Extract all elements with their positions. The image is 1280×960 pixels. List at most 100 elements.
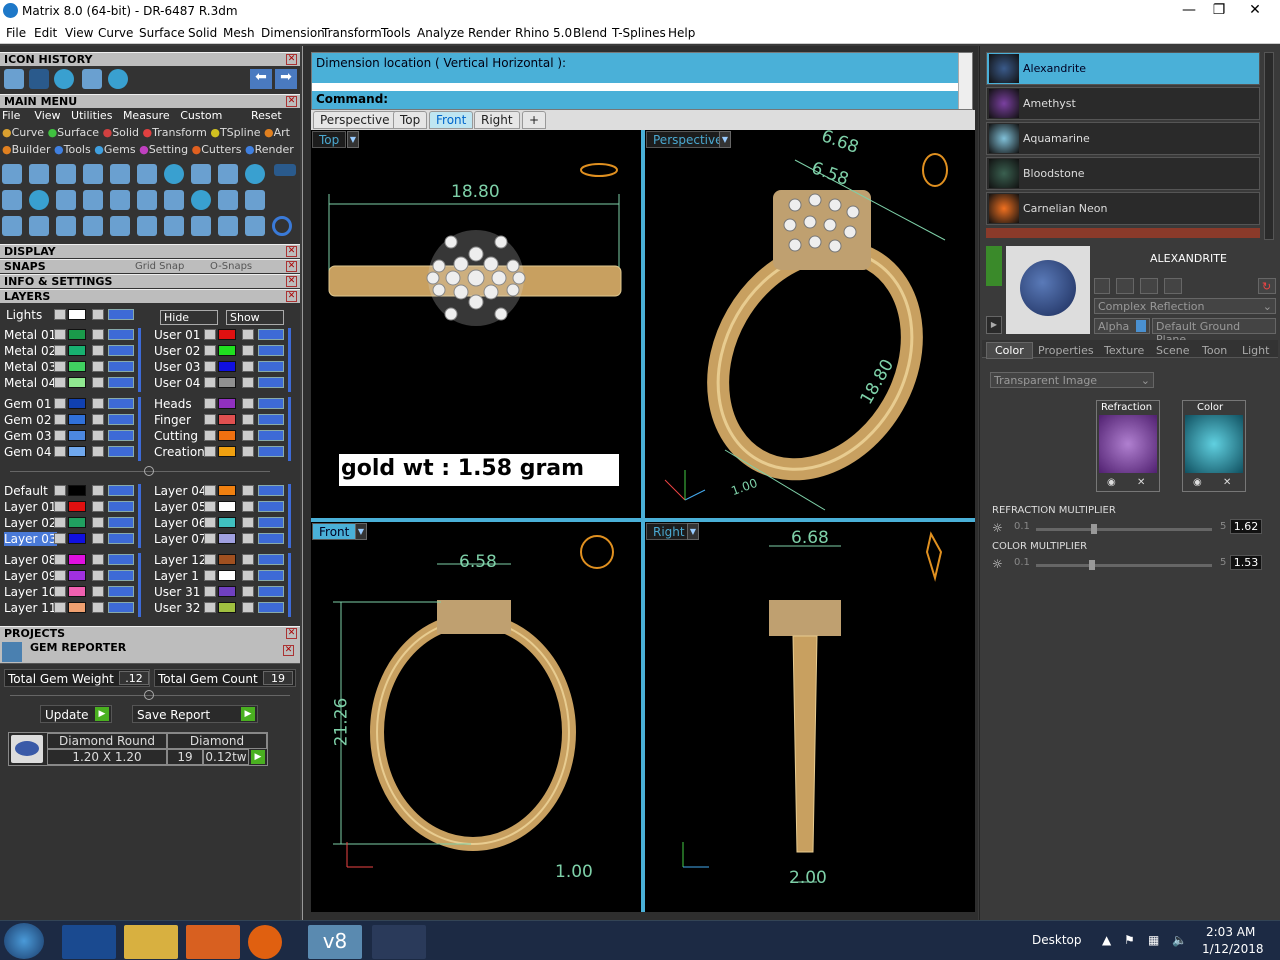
refraction-slider[interactable] bbox=[1036, 524, 1212, 534]
layer-visibility-toggle[interactable] bbox=[108, 602, 134, 613]
tool-icon[interactable] bbox=[164, 190, 184, 210]
tab-properties[interactable]: Properties bbox=[1038, 344, 1094, 357]
expand-arrow-icon[interactable] bbox=[204, 329, 216, 340]
lock-icon[interactable] bbox=[242, 329, 254, 340]
tab-light[interactable]: Light bbox=[1242, 344, 1269, 357]
tab-right[interactable]: Right bbox=[474, 111, 520, 129]
layer-visibility-toggle[interactable] bbox=[108, 446, 134, 457]
expand-arrow-icon[interactable] bbox=[204, 485, 216, 496]
history-icon-2[interactable] bbox=[29, 69, 49, 89]
divider-handle-icon[interactable] bbox=[144, 466, 154, 476]
gem-library-item[interactable]: Aquamarine bbox=[986, 122, 1260, 155]
gem-report-row[interactable]: Diamond Round Diamond 1.20 X 1.20 19 0.1… bbox=[8, 732, 268, 766]
mm-measure[interactable]: Measure bbox=[123, 109, 170, 122]
layer-color-swatch[interactable] bbox=[68, 586, 86, 597]
menu-solid[interactable]: Solid bbox=[188, 26, 217, 40]
layer-visibility-toggle[interactable] bbox=[108, 586, 134, 597]
layer-color-swatch[interactable] bbox=[68, 501, 86, 512]
mm-art[interactable]: Art bbox=[274, 126, 290, 139]
expand-arrow-icon[interactable] bbox=[204, 602, 216, 613]
expand-arrow-icon[interactable] bbox=[204, 377, 216, 388]
gem-reporter-header[interactable]: GEM REPORTER ✕ bbox=[0, 640, 300, 664]
expand-arrow-icon[interactable] bbox=[204, 414, 216, 425]
save-icon[interactable] bbox=[1094, 278, 1110, 294]
expand-arrow-icon[interactable] bbox=[204, 501, 216, 512]
expand-arrow-icon[interactable] bbox=[54, 485, 66, 496]
menu-mesh[interactable]: Mesh bbox=[223, 26, 255, 40]
slider-thumb[interactable] bbox=[1090, 524, 1097, 534]
layer-name[interactable]: Layer 1 bbox=[154, 569, 199, 583]
layer-name[interactable]: Layer 04 bbox=[154, 484, 207, 498]
layer-name[interactable]: Metal 02 bbox=[4, 344, 56, 358]
tool-icon[interactable] bbox=[245, 216, 265, 236]
icon-history-header[interactable]: ICON HISTORY ✕ bbox=[0, 52, 300, 66]
layer-name[interactable]: Metal 01 bbox=[4, 328, 56, 342]
circle-tool-icon[interactable] bbox=[272, 216, 292, 236]
matrix-logo-icon[interactable] bbox=[108, 69, 128, 89]
close-icon[interactable]: ✕ bbox=[286, 261, 297, 272]
lock-icon[interactable] bbox=[92, 414, 104, 425]
mm-utilities[interactable]: Utilities bbox=[71, 109, 112, 122]
menu-render[interactable]: Render bbox=[468, 26, 511, 40]
tool-icon[interactable] bbox=[83, 190, 103, 210]
slider-thumb[interactable] bbox=[1088, 560, 1095, 570]
layer-name[interactable]: Layer 09 bbox=[4, 569, 57, 583]
layer-color-swatch[interactable] bbox=[68, 309, 86, 320]
lock-icon[interactable] bbox=[242, 533, 254, 544]
mm-view[interactable]: View bbox=[34, 109, 60, 122]
lock-icon[interactable] bbox=[92, 533, 104, 544]
layer-visibility-toggle[interactable] bbox=[108, 533, 134, 544]
lock-icon[interactable] bbox=[242, 414, 254, 425]
lock-icon[interactable] bbox=[92, 517, 104, 528]
tool-icon[interactable] bbox=[218, 164, 238, 184]
layer-name[interactable]: Layer 06 bbox=[154, 516, 207, 530]
lock-icon[interactable] bbox=[92, 554, 104, 565]
layer-name[interactable]: Layer 01 bbox=[4, 500, 57, 514]
back-arrow-icon[interactable]: ⬅ bbox=[250, 69, 272, 89]
show-button[interactable]: Show bbox=[226, 310, 284, 325]
import-icon[interactable] bbox=[1164, 278, 1182, 294]
layer-name[interactable]: Creation bbox=[154, 445, 205, 459]
mm-curve[interactable]: Curve bbox=[12, 126, 44, 139]
tab-color[interactable]: Color bbox=[986, 342, 1033, 359]
tab-top[interactable]: Top bbox=[393, 111, 428, 129]
menu-curve[interactable]: Curve bbox=[98, 26, 133, 40]
layer-color-swatch[interactable] bbox=[68, 517, 86, 528]
firefox-icon[interactable] bbox=[248, 925, 282, 959]
collapse-panel-button[interactable] bbox=[986, 246, 1002, 286]
close-icon[interactable]: ✕ bbox=[286, 54, 297, 65]
layer-color-swatch[interactable] bbox=[218, 345, 236, 356]
layer-name[interactable]: User 04 bbox=[154, 376, 200, 390]
tab-front[interactable]: Front bbox=[429, 111, 474, 129]
layer-visibility-toggle[interactable] bbox=[108, 430, 134, 441]
lock-icon[interactable] bbox=[242, 554, 254, 565]
mm-reset[interactable]: Reset bbox=[251, 109, 282, 122]
lock-icon[interactable] bbox=[242, 602, 254, 613]
mm-tools[interactable]: Tools bbox=[64, 143, 91, 156]
menu-transform[interactable]: Transform bbox=[322, 26, 382, 40]
history-icon-3[interactable] bbox=[54, 69, 74, 89]
expand-arrow-icon[interactable] bbox=[54, 554, 66, 565]
lock-icon[interactable] bbox=[242, 570, 254, 581]
desktop-toolbar[interactable]: Desktop bbox=[1032, 933, 1082, 947]
menu-tsplines[interactable]: T-Splines bbox=[612, 26, 666, 40]
layer-name[interactable]: Metal 03 bbox=[4, 360, 56, 374]
flag-icon[interactable]: ⚑ bbox=[1124, 933, 1135, 947]
menu-edit[interactable]: Edit bbox=[34, 26, 57, 40]
layers-header[interactable]: LAYERS ✕ bbox=[0, 289, 300, 303]
add-tab-icon[interactable]: + bbox=[522, 111, 547, 129]
layer-visibility-toggle[interactable] bbox=[258, 430, 284, 441]
clear-icon[interactable]: ✕ bbox=[1137, 477, 1151, 489]
layer-color-swatch[interactable] bbox=[218, 377, 236, 388]
layer-visibility-toggle[interactable] bbox=[258, 361, 284, 372]
viewport-top[interactable]: Top ▼ 18.80 gold wt : 1.58 gram bbox=[311, 130, 641, 518]
menu-surface[interactable]: Surface bbox=[139, 26, 185, 40]
info-settings-header[interactable]: INFO & SETTINGS ✕ bbox=[0, 274, 300, 288]
tool-icon[interactable] bbox=[137, 190, 157, 210]
expand-arrow-icon[interactable] bbox=[54, 345, 66, 356]
tab-perspective[interactable]: Perspective bbox=[313, 111, 397, 129]
lock-icon[interactable] bbox=[92, 398, 104, 409]
lock-icon[interactable] bbox=[242, 345, 254, 356]
close-icon[interactable]: ✕ bbox=[286, 96, 297, 107]
gem-tool-icon[interactable] bbox=[29, 190, 49, 210]
